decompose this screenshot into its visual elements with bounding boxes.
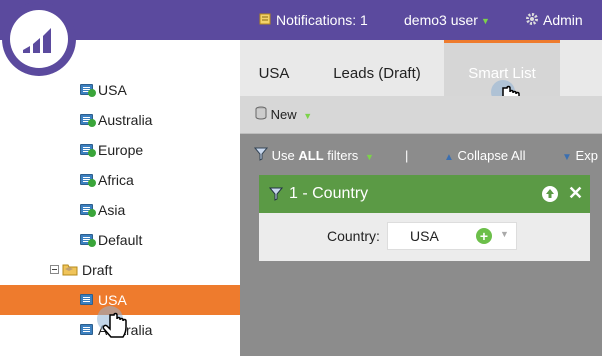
tree-item-usa[interactable]: USA: [0, 75, 240, 105]
notifications-link[interactable]: Notifications: 1: [258, 0, 368, 40]
smart-list-icon: [80, 324, 93, 335]
tab-bar: USA Leads (Draft) Smart List: [240, 40, 602, 96]
tree-item-australia[interactable]: Australia: [0, 105, 240, 135]
chevron-down-icon: ▼: [364, 151, 374, 162]
smart-list-icon: [80, 144, 96, 157]
triangle-down-icon: ▼: [562, 152, 572, 163]
filter-funnel-icon: [253, 141, 269, 173]
filter-condition: Country: USA + ▼: [259, 213, 590, 261]
collapse-toggle-icon[interactable]: [50, 265, 59, 274]
logo-bars-icon: [23, 28, 51, 53]
smart-list-icon: [80, 174, 96, 187]
top-bar: Notifications: 1 demo3 user ▼ Admin: [0, 0, 602, 40]
approved-check-icon: [88, 119, 96, 127]
smart-list-icon: [80, 294, 93, 305]
smart-list-icon: [80, 84, 96, 97]
approved-check-icon: [88, 149, 96, 157]
chevron-down-icon: ▼: [303, 110, 313, 121]
main-panel: USA Leads (Draft) Smart List 2 New ▼ Use…: [240, 40, 602, 356]
collapse-all-button[interactable]: ▲ Collapse All: [444, 140, 525, 174]
tree-item-asia[interactable]: Asia: [0, 195, 240, 225]
approved-check-icon: [88, 209, 96, 217]
filters-toolbar: Use ALL filters ▼ | ▲ Collapse All ▼ Exp: [240, 140, 602, 172]
filter-title: 1 - Country: [289, 185, 369, 202]
gear-icon: [525, 1, 539, 41]
tab-leads-draft[interactable]: Leads (Draft): [318, 40, 436, 96]
tree-item-africa[interactable]: Africa: [0, 165, 240, 195]
toolbar-separator: |: [405, 148, 409, 163]
chevron-down-icon: ▼: [480, 16, 490, 27]
tree-folder-draft[interactable]: Draft: [0, 255, 240, 285]
approved-check-icon: [88, 239, 96, 247]
smart-list-icon: [80, 204, 96, 217]
country-label: Country:: [327, 228, 380, 244]
expand-all-button[interactable]: ▼ Exp: [562, 140, 598, 174]
close-icon[interactable]: ✕: [568, 183, 583, 204]
use-all-filters-dropdown[interactable]: Use ALL filters ▼: [253, 140, 374, 173]
tree-item-default[interactable]: Default: [0, 225, 240, 255]
filter-header: 1 - Country ✕: [259, 175, 590, 213]
filter-card: 1 - Country ✕ Country: USA + ▼: [259, 175, 590, 261]
add-value-icon[interactable]: +: [476, 228, 492, 244]
approved-check-icon: [88, 89, 96, 97]
database-icon: [255, 97, 267, 135]
marketo-logo[interactable]: [2, 2, 76, 76]
admin-link[interactable]: Admin: [525, 0, 583, 40]
smart-list-icon: [80, 114, 96, 127]
hand-cursor-icon: [96, 305, 136, 354]
toolbar: New ▼: [240, 96, 602, 134]
triangle-up-icon: ▲: [444, 152, 454, 163]
user-menu[interactable]: demo3 user ▼: [404, 0, 490, 40]
smart-list-icon: [80, 234, 96, 247]
folder-icon: [62, 263, 78, 279]
notification-icon: [258, 1, 272, 41]
move-up-icon[interactable]: [542, 186, 558, 202]
chevron-down-icon[interactable]: ▼: [500, 229, 509, 239]
tab-usa[interactable]: USA: [240, 40, 308, 96]
country-value-field[interactable]: USA + ▼: [387, 222, 517, 250]
approved-check-icon: [88, 179, 96, 187]
tree-item-europe[interactable]: Europe: [0, 135, 240, 165]
new-button[interactable]: New ▼: [255, 96, 312, 135]
filter-funnel-icon: [268, 187, 284, 206]
